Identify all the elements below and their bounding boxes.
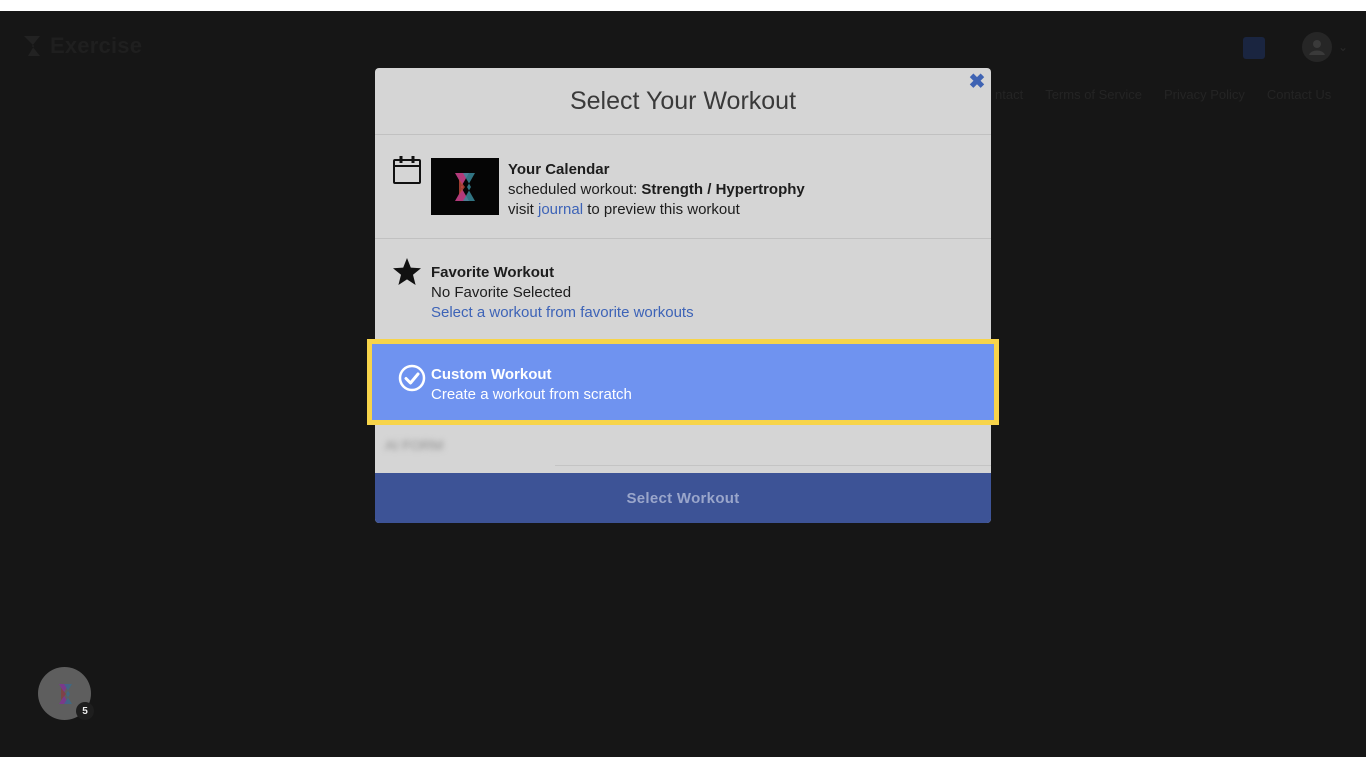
- visit-suffix: to preview this workout: [583, 201, 740, 218]
- app-screen: Exercise ⌄ ntact Terms of Service Privac…: [0, 11, 1366, 757]
- workout-thumbnail: [431, 158, 499, 215]
- workout-logo-icon: [455, 172, 475, 201]
- logo-icon: [24, 36, 40, 56]
- chevron-down-icon[interactable]: ⌄: [1338, 40, 1348, 54]
- visit-journal-line: visit journal to preview this workout: [508, 200, 805, 220]
- favorite-details: Favorite Workout No Favorite Selected Se…: [431, 263, 694, 323]
- notification-icon[interactable]: [1243, 37, 1265, 59]
- custom-subtitle: Create a workout from scratch: [431, 386, 632, 403]
- select-favorite-link[interactable]: Select a workout from favorite workouts: [431, 303, 694, 323]
- scheduled-workout-name: Strength / Hypertrophy: [641, 181, 805, 198]
- user-icon: [1309, 40, 1325, 55]
- nav-link-privacy[interactable]: Privacy Policy: [1164, 87, 1245, 102]
- notification-badge: 5: [76, 702, 94, 720]
- divider: [555, 465, 991, 466]
- modal-header: Select Your Workout ✖: [375, 68, 991, 135]
- custom-details: Custom Workout Create a workout from scr…: [431, 365, 632, 405]
- option-your-calendar[interactable]: Your Calendar scheduled workout: Strengt…: [375, 136, 991, 239]
- calendar-details: Your Calendar scheduled workout: Strengt…: [508, 160, 805, 220]
- calendar-icon: [393, 156, 421, 184]
- app-name: Exercise: [50, 33, 143, 58]
- visit-prefix: visit: [508, 201, 538, 218]
- app-logo[interactable]: Exercise: [22, 33, 142, 59]
- app-logo-icon: [58, 683, 72, 704]
- scheduled-workout-line: scheduled workout: Strength / Hypertroph…: [508, 180, 805, 200]
- nav-link-terms[interactable]: Terms of Service: [1045, 87, 1142, 102]
- calendar-heading: Your Calendar: [508, 161, 610, 178]
- footer-nav: ntact Terms of Service Privacy Policy Co…: [995, 87, 1331, 102]
- journal-link[interactable]: journal: [538, 201, 583, 218]
- nav-link-contact[interactable]: ntact: [995, 87, 1023, 102]
- star-icon: [393, 258, 421, 285]
- scheduled-prefix: scheduled workout:: [508, 181, 642, 198]
- avatar[interactable]: [1302, 32, 1332, 62]
- selected-highlight[interactable]: Custom Workout Create a workout from scr…: [367, 339, 999, 425]
- modal-title: Select Your Workout: [569, 86, 797, 115]
- option-blurred: AI FORM: [375, 425, 991, 473]
- blurred-text: AI FORM: [385, 437, 444, 453]
- custom-heading: Custom Workout: [431, 366, 552, 383]
- option-custom-workout[interactable]: Custom Workout Create a workout from scr…: [367, 339, 999, 425]
- select-workout-modal: Select Your Workout ✖ Your Calendar sche: [367, 68, 999, 523]
- close-icon[interactable]: ✖: [967, 72, 987, 92]
- nav-link-contact-us[interactable]: Contact Us: [1267, 87, 1331, 102]
- favorite-heading: Favorite Workout: [431, 264, 555, 281]
- option-favorite-workout[interactable]: Favorite Workout No Favorite Selected Se…: [375, 239, 991, 340]
- select-workout-button[interactable]: Select Workout: [375, 473, 991, 523]
- favorite-status: No Favorite Selected: [431, 284, 572, 301]
- check-circle-icon: [398, 364, 426, 392]
